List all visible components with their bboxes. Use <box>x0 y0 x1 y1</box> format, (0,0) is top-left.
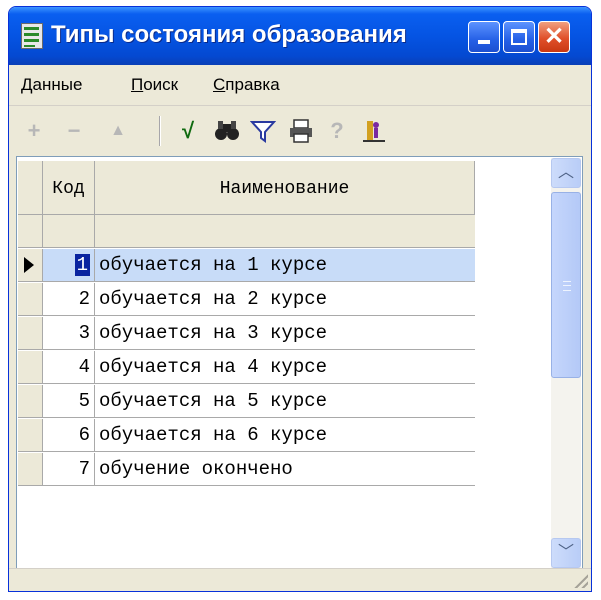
grip-icon <box>563 281 571 291</box>
menu-help-label: правка <box>225 75 280 94</box>
row-indicator <box>18 453 43 486</box>
code-cell[interactable]: 6 <box>43 419 95 452</box>
window-title: Типы состояния образования <box>51 21 407 48</box>
check-icon[interactable]: √ <box>175 118 201 144</box>
add-icon[interactable]: + <box>21 118 47 144</box>
filter-code-cell[interactable] <box>43 215 95 248</box>
table-row[interactable]: 3 обучается на 3 курсе <box>18 317 475 351</box>
close-button[interactable]: ✕ <box>538 21 570 53</box>
row-indicator <box>18 385 43 418</box>
app-window: Типы состояния образования ✕ Данные Поис… <box>8 6 592 592</box>
row-indicator <box>18 215 43 248</box>
menu-bar: Данные Поиск Справка <box>9 65 591 106</box>
name-cell[interactable]: обучается на 3 курсе <box>95 317 475 350</box>
table-row[interactable]: 5 обучается на 5 курсе <box>18 385 475 419</box>
move-up-icon[interactable]: ▲ <box>105 118 131 144</box>
chevron-down-icon: ﹀ <box>557 544 574 561</box>
header-indicator-cell <box>18 161 43 215</box>
table-row[interactable]: 6 обучается на 6 курсе <box>18 419 475 453</box>
filter-row <box>18 215 475 249</box>
name-cell[interactable]: обучается на 2 курсе <box>95 283 475 316</box>
menu-help[interactable]: Справка <box>213 75 280 95</box>
name-cell[interactable]: обучается на 5 курсе <box>95 385 475 418</box>
maximize-icon <box>511 29 527 45</box>
row-indicator <box>18 317 43 350</box>
name-cell[interactable]: обучается на 1 курсе <box>95 249 475 282</box>
maximize-button[interactable] <box>503 21 535 53</box>
find-icon[interactable] <box>214 118 240 144</box>
minimize-icon <box>478 40 490 44</box>
menu-data-label: анные <box>32 75 83 94</box>
menu-help-accel: С <box>213 75 226 94</box>
table-row[interactable]: 2 обучается на 2 курсе <box>18 283 475 317</box>
toolbar: + − ▲ √ ? <box>9 106 591 156</box>
scroll-thumb[interactable] <box>551 192 581 378</box>
menu-data-accel: Д <box>21 75 33 94</box>
table-row[interactable]: 1 обучается на 1 курсе <box>18 249 475 283</box>
code-cell[interactable]: 4 <box>43 351 95 384</box>
toolbar-separator <box>159 116 161 146</box>
name-cell[interactable]: обучение окончено <box>95 453 475 486</box>
column-header-name[interactable]: Наименование <box>95 161 475 215</box>
menu-search-accel: П <box>131 75 144 94</box>
code-cell[interactable]: 3 <box>43 317 95 350</box>
code-cell[interactable]: 1 <box>43 249 95 282</box>
current-row-arrow-icon <box>24 257 34 273</box>
row-indicator <box>18 283 43 316</box>
scroll-up-button[interactable]: ︿ <box>551 158 581 188</box>
print-icon[interactable] <box>288 118 314 144</box>
filter-icon[interactable] <box>249 118 277 144</box>
table-row[interactable]: 4 обучается на 4 курсе <box>18 351 475 385</box>
name-cell[interactable]: обучается на 4 курсе <box>95 351 475 384</box>
column-header-code[interactable]: Код <box>43 161 95 215</box>
vertical-scrollbar[interactable]: ︿ ﹀ <box>551 158 581 568</box>
resize-grip-icon[interactable] <box>572 572 588 588</box>
menu-search-label: оиск <box>143 75 179 94</box>
table-row[interactable]: 7 обучение окончено <box>18 453 475 487</box>
row-indicator <box>18 249 43 282</box>
code-cell[interactable]: 7 <box>43 453 95 486</box>
scroll-down-button[interactable]: ﹀ <box>551 538 581 568</box>
row-indicator <box>18 419 43 452</box>
menu-data[interactable]: Данные <box>21 75 82 95</box>
filter-name-cell[interactable] <box>95 215 475 248</box>
status-bar <box>9 568 591 591</box>
minimize-button[interactable] <box>468 21 500 53</box>
name-cell[interactable]: обучается на 6 курсе <box>95 419 475 452</box>
code-value: 1 <box>74 254 90 276</box>
menu-search[interactable]: Поиск <box>131 75 178 95</box>
exit-icon[interactable] <box>361 118 387 144</box>
code-cell[interactable]: 5 <box>43 385 95 418</box>
help-icon[interactable]: ? <box>324 118 350 144</box>
code-cell[interactable]: 2 <box>43 283 95 316</box>
remove-icon[interactable]: − <box>61 118 87 144</box>
close-icon: ✕ <box>543 23 565 50</box>
chevron-up-icon: ︿ <box>557 164 574 181</box>
row-indicator <box>18 351 43 384</box>
data-grid[interactable]: Код Наименование 1 обучается на 1 курсе … <box>16 156 583 570</box>
table-app-icon[interactable] <box>21 23 43 49</box>
title-bar[interactable]: Типы состояния образования ✕ <box>9 7 591 65</box>
